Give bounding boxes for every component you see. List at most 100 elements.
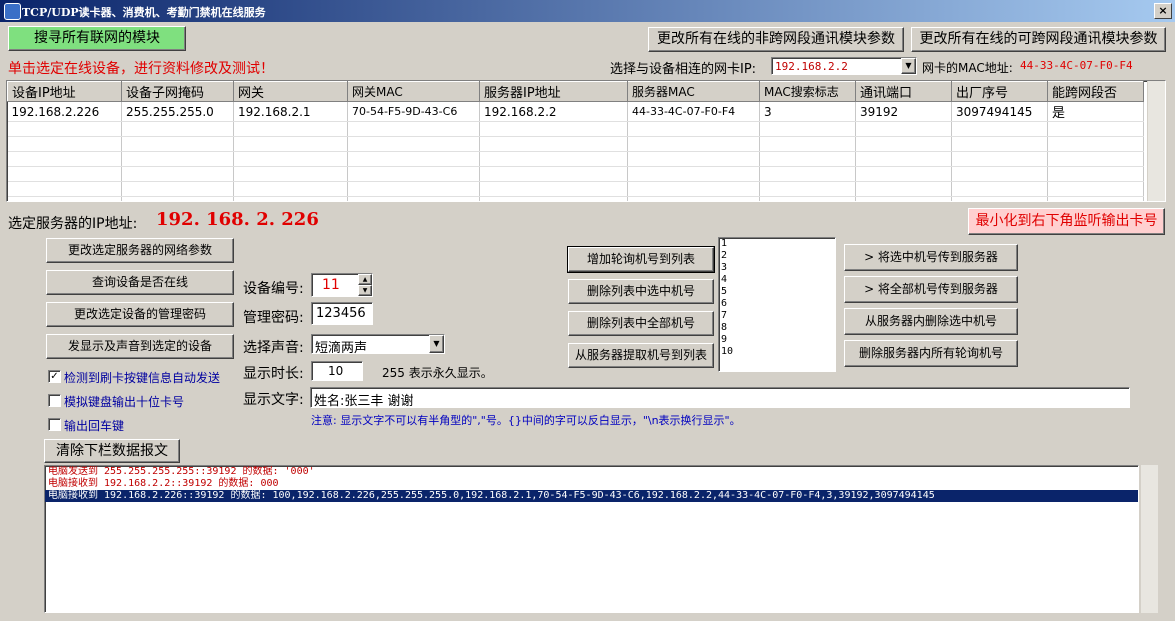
table-header-row: 设备IP地址 设备子网掩码 网关 网关MAC 服务器IP地址 服务器MAC MA… <box>7 81 1144 102</box>
send-selected-to-server-button[interactable]: > 将选中机号传到服务器 <box>844 244 1018 271</box>
keyboard-output-checkbox[interactable] <box>48 394 61 407</box>
column-header[interactable]: 网关MAC <box>347 81 480 102</box>
enter-key-checkbox[interactable] <box>48 418 61 431</box>
list-item[interactable]: 9 <box>719 334 835 346</box>
enter-key-label: 输出回车键 <box>64 419 125 433</box>
nic-ip-label: 选择与设备相连的网卡IP: <box>610 62 757 77</box>
log-line: 电脑发送到 255.255.255.255::39192 的数据: '000' <box>48 466 315 477</box>
device-table[interactable]: 设备IP地址 设备子网掩码 网关 网关MAC 服务器IP地址 服务器MAC MA… <box>6 80 1166 202</box>
minimize-to-tray-button[interactable]: 最小化到右下角监听输出卡号 <box>968 208 1165 235</box>
column-header[interactable]: 网关 <box>233 81 348 102</box>
delete-selected-poll-button[interactable]: 删除列表中选中机号 <box>568 279 714 304</box>
clear-log-button[interactable]: 清除下栏数据报文 <box>44 439 180 463</box>
list-item[interactable]: 6 <box>719 298 835 310</box>
sound-select[interactable]: 短滴两声 ▼ <box>311 334 445 356</box>
selected-ip-label: 选定服务器的IP地址: <box>8 216 138 232</box>
column-header[interactable]: MAC搜索标志 <box>759 81 856 102</box>
table-row[interactable] <box>7 136 1144 152</box>
display-text-note: 注意: 显示文字不可以有半角型的","号。{}中间的字可以反白显示，"\n表示换… <box>311 414 741 427</box>
query-online-button[interactable]: 查询设备是否在线 <box>46 270 234 295</box>
password-field[interactable]: 123456 <box>311 302 373 325</box>
device-table-grid: 设备IP地址 设备子网掩码 网关 网关MAC 服务器IP地址 服务器MAC MA… <box>7 81 1144 201</box>
window-title: TCP/UDP读卡器、消费机、考勤门禁机在线服务 <box>22 6 266 19</box>
table-row[interactable] <box>7 151 1144 167</box>
table-cell: 39192 <box>855 101 952 122</box>
list-item[interactable]: 1 <box>719 238 835 250</box>
password-value: 123456 <box>316 306 366 321</box>
change-cross-button[interactable]: 更改所有在线的可跨网段通讯模块参数 <box>911 27 1166 52</box>
table-cell: 192.168.2.2 <box>479 101 628 122</box>
table-cell: 44-33-4C-07-F0-F4 <box>627 101 760 122</box>
delete-all-from-server-button[interactable]: 删除服务器内所有轮询机号 <box>844 340 1018 367</box>
change-password-button[interactable]: 更改选定设备的管理密码 <box>46 302 234 327</box>
add-poll-number-button[interactable]: 增加轮询机号到列表 <box>567 246 715 273</box>
list-item[interactable]: 5 <box>719 286 835 298</box>
duration-field[interactable]: 10 <box>311 361 363 381</box>
auto-send-label: 检测到刷卡按键信息自动发送 <box>64 371 221 385</box>
selected-ip-value: 192. 168. 2. 226 <box>156 209 319 230</box>
spin-down-icon[interactable]: ▼ <box>358 285 372 296</box>
sound-value: 短滴两声 <box>315 341 368 356</box>
list-item[interactable]: 4 <box>719 274 835 286</box>
delete-all-poll-button[interactable]: 删除列表中全部机号 <box>568 311 714 336</box>
column-header[interactable]: 出厂序号 <box>951 81 1048 102</box>
nic-ip-value: 192.168.2.2 <box>775 60 848 73</box>
duration-value: 10 <box>328 364 344 378</box>
table-cell: 是 <box>1047 101 1144 122</box>
delete-selected-from-server-button[interactable]: 从服务器内删除选中机号 <box>844 308 1018 335</box>
table-cell: 255.255.255.0 <box>121 101 234 122</box>
table-cell: 192.168.2.226 <box>7 101 122 122</box>
auto-send-checkbox[interactable]: ✓ <box>48 370 61 383</box>
table-cell: 70-54-F5-9D-43-C6 <box>347 101 480 122</box>
column-header[interactable]: 设备IP地址 <box>7 81 122 102</box>
title-bar: TCP/UDP读卡器、消费机、考勤门禁机在线服务 × <box>0 0 1175 22</box>
list-item[interactable]: 7 <box>719 310 835 322</box>
table-cell: 3 <box>759 101 856 122</box>
send-all-to-server-button[interactable]: > 将全部机号传到服务器 <box>844 276 1018 303</box>
log-line: 电脑接收到 192.168.2.226::39192 的数据: 100,192.… <box>45 490 1138 502</box>
nic-ip-select[interactable]: 192.168.2.2 ▼ <box>771 57 917 75</box>
list-item[interactable]: 3 <box>719 262 835 274</box>
display-text-label: 显示文字: <box>243 392 304 408</box>
search-modules-button[interactable]: 搜寻所有联网的模块 <box>8 26 186 51</box>
list-item[interactable]: 8 <box>719 322 835 334</box>
table-cell: 192.168.2.1 <box>233 101 348 122</box>
sound-label: 选择声音: <box>243 340 304 356</box>
chevron-down-icon[interactable]: ▼ <box>901 58 916 74</box>
column-header[interactable]: 能跨网段否 <box>1047 81 1144 102</box>
list-item[interactable]: 10 <box>719 346 835 358</box>
keyboard-output-label: 模拟键盘输出十位卡号 <box>64 395 185 409</box>
device-no-label: 设备编号: <box>243 281 304 297</box>
fetch-poll-from-server-button[interactable]: 从服务器提取机号到列表 <box>568 343 714 368</box>
chevron-down-icon[interactable]: ▼ <box>429 335 444 353</box>
select-device-hint: 单击选定在线设备，进行资料修改及测试！ <box>8 61 274 77</box>
column-header[interactable]: 服务器MAC <box>627 81 760 102</box>
column-header[interactable]: 设备子网掩码 <box>121 81 234 102</box>
app-icon <box>4 3 21 20</box>
close-button[interactable]: × <box>1154 3 1172 19</box>
table-row[interactable]: 192.168.2.226 255.255.255.0 192.168.2.1 … <box>7 101 1144 122</box>
poll-number-list[interactable]: 1 2 3 4 5 6 7 8 9 10 <box>718 237 836 372</box>
table-scrollbar[interactable] <box>1147 81 1165 201</box>
display-text-value: 姓名:张三丰 谢谢 <box>314 394 414 409</box>
table-row[interactable] <box>7 166 1144 182</box>
spin-up-icon[interactable]: ▲ <box>358 274 372 285</box>
password-label: 管理密码: <box>243 310 304 326</box>
window-scrollbar[interactable] <box>1140 465 1158 613</box>
table-row[interactable] <box>7 196 1144 201</box>
log-box[interactable]: 电脑发送到 255.255.255.255::39192 的数据: '000' … <box>44 465 1139 613</box>
duration-label: 显示时长: <box>243 366 304 382</box>
send-display-button[interactable]: 发显示及声音到选定的设备 <box>46 334 234 359</box>
device-no-stepper[interactable]: 11 ▲ ▼ <box>311 273 373 297</box>
change-network-button[interactable]: 更改选定服务器的网络参数 <box>46 238 234 263</box>
display-text-field[interactable]: 姓名:张三丰 谢谢 <box>310 387 1130 409</box>
device-no-value: 11 <box>322 277 340 293</box>
change-non-cross-button[interactable]: 更改所有在线的非跨网段通讯模块参数 <box>648 27 904 52</box>
list-item[interactable]: 2 <box>719 250 835 262</box>
table-row[interactable] <box>7 121 1144 137</box>
table-cell: 3097494145 <box>951 101 1048 122</box>
table-row[interactable] <box>7 181 1144 197</box>
column-header[interactable]: 通讯端口 <box>855 81 952 102</box>
nic-mac-label: 网卡的MAC地址: <box>922 61 1013 75</box>
column-header[interactable]: 服务器IP地址 <box>479 81 628 102</box>
